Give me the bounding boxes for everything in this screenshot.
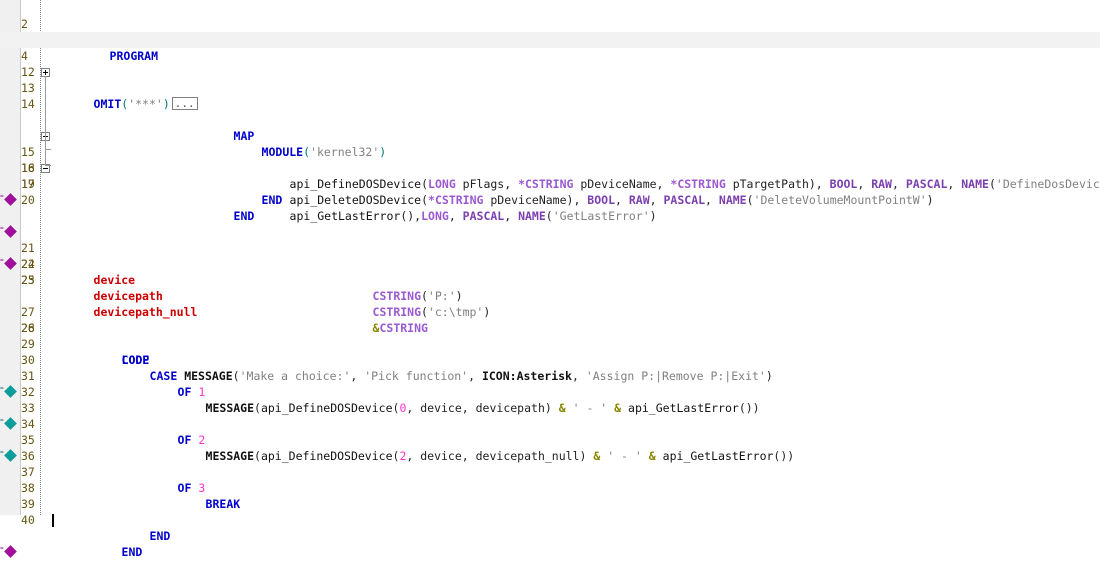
editor-row-folded[interactable]: 4 OMIT('***')... — [0, 32, 1100, 111]
editor-row[interactable]: 32 — [0, 368, 1100, 399]
editor-row[interactable]: = 26 CODE — [0, 272, 1100, 558]
editor-row[interactable]: 12 — [0, 48, 1100, 79]
editor-row[interactable]: 20 — [0, 176, 1100, 207]
editor-row[interactable]: = 23 devicepath_null &CSTRING — [0, 224, 1100, 462]
editor-row[interactable]: 29 CASE MESSAGE('Make a choice:', 'Pick … — [0, 320, 1100, 383]
token-keyword-end: END — [149, 529, 171, 543]
text-caret — [52, 514, 54, 527]
editor-row[interactable]: 27 — [0, 288, 1100, 319]
editor-row[interactable]: 28 LOOP — [0, 304, 1100, 367]
editor-row[interactable]: 38 — [0, 464, 1100, 495]
code-editor[interactable]: 2 PROGRAM 3 4 OMIT('***')... 12 13 MAP 1… — [0, 0, 1100, 559]
editor-row[interactable]: 13 MAP — [0, 64, 1100, 143]
editor-row[interactable]: 34 MESSAGE(api_DefineDOSDevice(2, device… — [0, 400, 1100, 463]
editor-row[interactable]: 30 OF 1 — [0, 336, 1100, 399]
editor-row[interactable]: 18 END — [0, 144, 1100, 207]
line-number: 40 — [21, 513, 35, 527]
editor-row[interactable]: 19 END — [0, 160, 1100, 223]
editor-row[interactable]: = 21 device CSTRING('P:') — [0, 192, 1100, 398]
editor-row[interactable]: = 16 api_DeleteDOSDevice(*CSTRING pDevic… — [0, 112, 1100, 238]
editor-row[interactable]: 40 END — [0, 496, 1100, 559]
editor-row[interactable]: 35 — [0, 416, 1100, 447]
editor-row[interactable]: 3 — [0, 16, 1100, 47]
editor-row[interactable]: 36 OF 3 — [0, 432, 1100, 495]
editor-row[interactable]: 14 MODULE('kernel32') — [0, 80, 1100, 173]
editor-row[interactable]: 24 — [0, 240, 1100, 271]
editor-row[interactable]: 39 END — [0, 480, 1100, 543]
editor-row[interactable]: 31 MESSAGE(api_DefineDOSDevice(0, device… — [0, 352, 1100, 415]
editor-row[interactable]: 33 OF 2 — [0, 384, 1100, 447]
editor-row[interactable]: 2 PROGRAM — [0, 0, 1100, 63]
token-keyword-end: END — [121, 545, 143, 559]
editor-row[interactable]: 37 BREAK — [0, 448, 1100, 511]
editor-row[interactable]: = 15 api_DefineDOSDevice(LONG pFlags, *C… — [0, 96, 1100, 206]
editor-row[interactable]: = 22 devicepath CSTRING('c:\tmp') — [0, 208, 1100, 430]
editor-row[interactable]: = 17 api_GetLastError(),LONG, PASCAL, NA… — [0, 128, 1100, 270]
editor-row-active[interactable]: 25 — [0, 256, 1100, 527]
